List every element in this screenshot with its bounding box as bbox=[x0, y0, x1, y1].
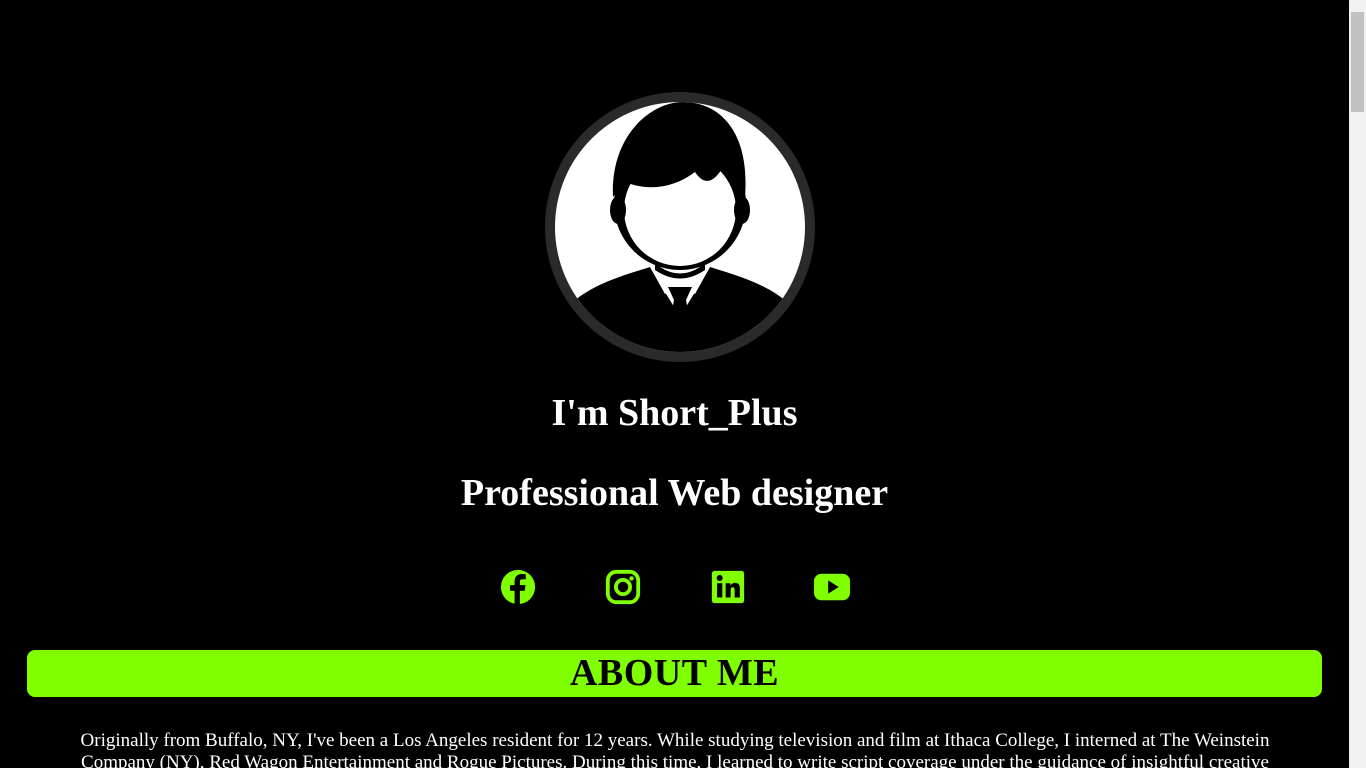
profile-role: Professional Web designer bbox=[460, 472, 889, 514]
scrollbar-thumb[interactable] bbox=[1351, 12, 1364, 112]
about-text: Originally from Buffalo, NY, I've been a… bbox=[80, 730, 1270, 768]
about-header-bar: ABOUT ME bbox=[27, 650, 1322, 697]
facebook-link[interactable] bbox=[498, 568, 538, 606]
person-avatar-icon bbox=[555, 102, 805, 352]
portfolio-page: I'm Short_Plus Professional Web designer… bbox=[0, 0, 1349, 768]
instagram-icon bbox=[605, 569, 641, 605]
youtube-icon bbox=[813, 573, 851, 601]
vertical-scrollbar[interactable] bbox=[1349, 0, 1366, 768]
profile-name: I'm Short_Plus bbox=[551, 392, 798, 434]
linkedin-link[interactable] bbox=[708, 568, 748, 606]
linkedin-icon bbox=[711, 570, 745, 604]
instagram-link[interactable] bbox=[603, 568, 643, 606]
facebook-icon bbox=[500, 569, 536, 605]
about-title: ABOUT ME bbox=[569, 652, 780, 694]
avatar bbox=[545, 92, 815, 362]
youtube-link[interactable] bbox=[812, 568, 852, 606]
